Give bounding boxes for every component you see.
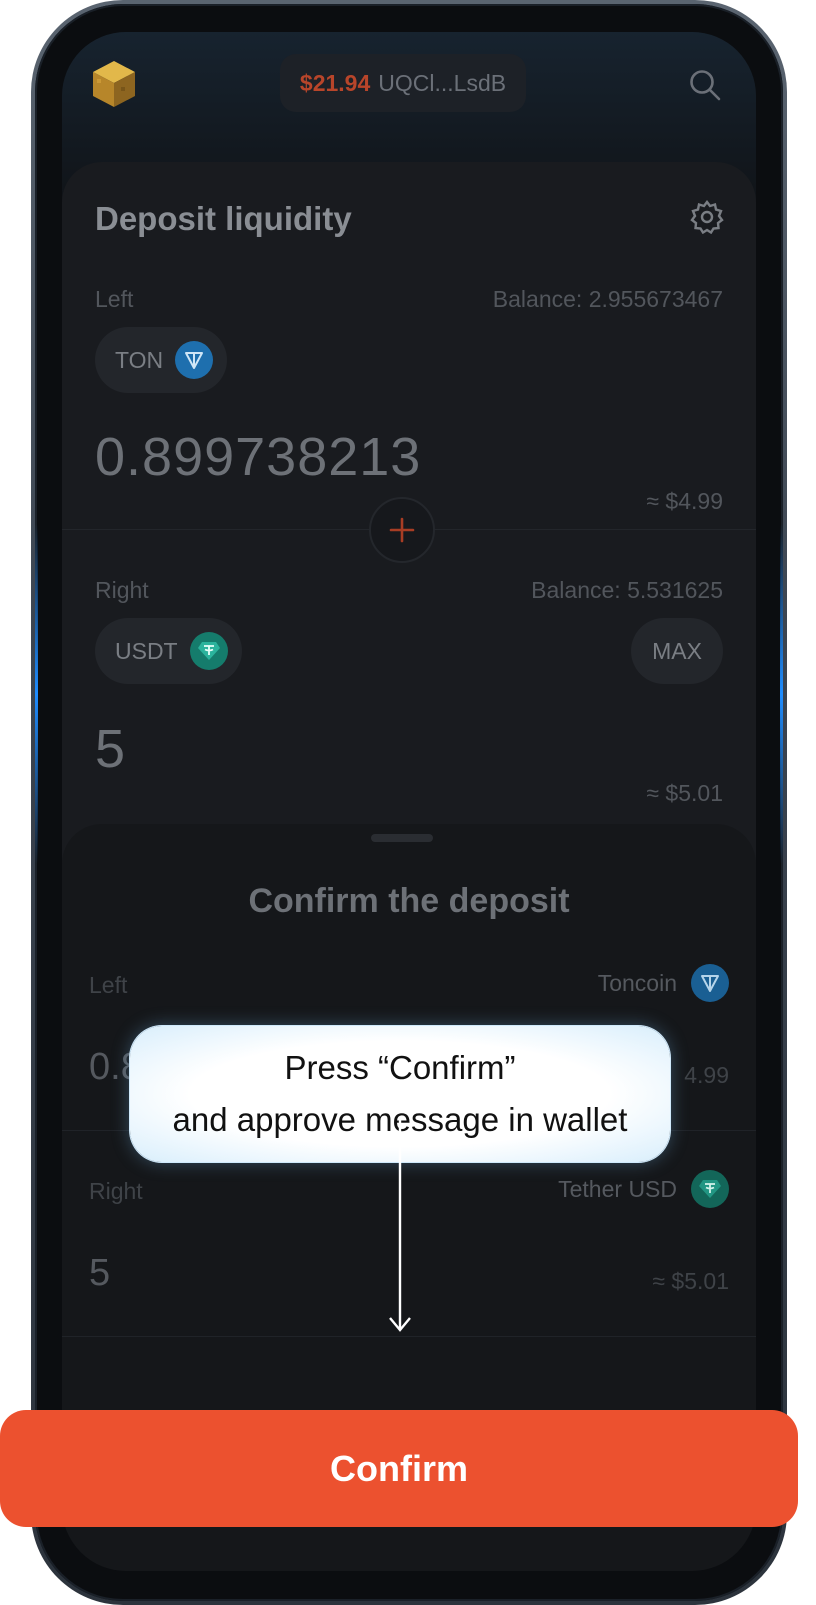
phone-body: $21.94 UQCl...LsdB Deposit liquidity Lef… [35,4,783,1601]
max-button[interactable]: MAX [631,618,723,684]
wallet-balance: $21.94 [299,69,371,96]
left-label: Left [95,286,134,312]
sheet-right-amount: 5 [89,1252,111,1294]
left-amount-input[interactable]: 0.899738213 [95,426,421,488]
edge-glow-right [780,524,783,864]
card-title: Deposit liquidity [95,200,352,237]
sheet-left-usd-value: 4.99 [684,1062,729,1088]
sheet-divider [62,1336,756,1337]
sheet-right-token-name: Tether USD [558,1175,677,1202]
right-balance: Balance: 5.531625 [531,577,723,603]
right-usd-value: ≈ $5.01 [646,780,723,806]
sheet-left-token: Toncoin [598,964,729,1002]
sheet-left-token-name: Toncoin [597,969,677,996]
ton-icon [175,341,214,379]
sheet-right-token: Tether USD [558,1170,729,1208]
sheet-right-usd-value: ≈ $5.01 [652,1268,729,1294]
arrow-down-icon [389,1120,411,1332]
left-balance: Balance: 2.955673467 [492,286,723,312]
left-token-symbol: TON [115,346,164,373]
plus-icon[interactable] [369,497,435,563]
deposit-liquidity-card: Deposit liquidity Left Balance: 2.955673… [62,162,756,922]
callout-line-1: Press “Confirm” [284,1049,516,1086]
search-icon[interactable] [688,68,722,102]
sheet-title: Confirm the deposit [248,882,570,920]
confirm-button[interactable]: Confirm [0,1410,798,1527]
sheet-drag-handle[interactable] [371,834,433,842]
edge-glow-left [35,524,38,864]
usdt-icon [691,1170,729,1208]
gold-cube-logo-icon[interactable] [91,59,137,109]
sheet-left-label: Left [89,972,128,998]
right-label: Right [95,577,149,603]
wallet-address: UQCl...LsdB [378,69,507,96]
ton-icon [691,964,729,1002]
right-token-selector[interactable]: USDT [95,618,242,684]
gear-icon[interactable] [690,200,724,234]
phone-frame: $21.94 UQCl...LsdB Deposit liquidity Lef… [31,0,787,1605]
usdt-icon [189,632,228,670]
right-amount-input[interactable]: 5 [95,718,126,780]
app-screen: $21.94 UQCl...LsdB Deposit liquidity Lef… [62,32,756,1571]
sheet-right-label: Right [89,1178,143,1204]
wallet-pill[interactable]: $21.94 UQCl...LsdB [280,54,526,112]
right-token-symbol: USDT [115,637,178,664]
left-usd-value: ≈ $4.99 [646,488,723,514]
left-token-selector[interactable]: TON [95,327,228,393]
